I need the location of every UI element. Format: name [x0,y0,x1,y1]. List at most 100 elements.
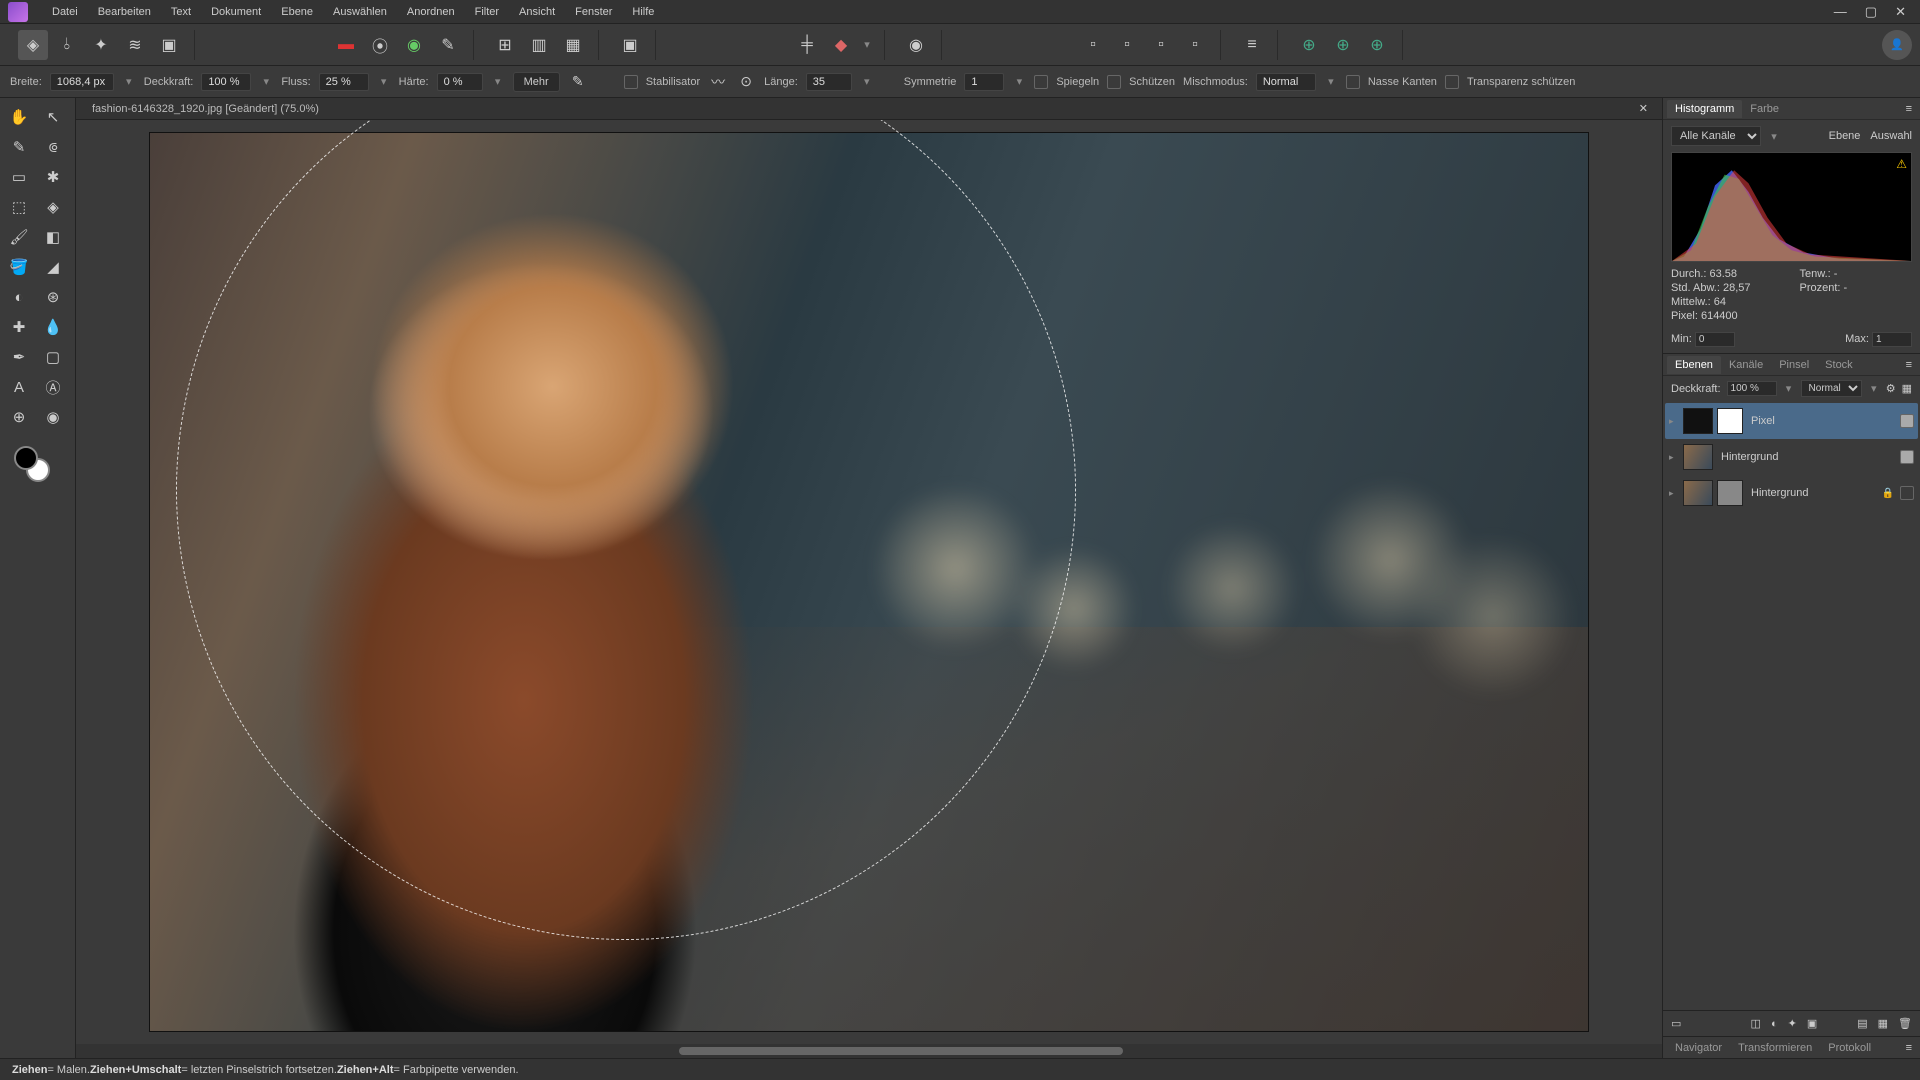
close-icon[interactable]: ✕ [1895,4,1906,20]
hardness-dropdown-icon[interactable]: ▾ [491,75,505,88]
document-tab[interactable]: fashion-6146328_1920.jpg [Geändert] (75.… [82,100,329,118]
min-input[interactable] [1695,332,1735,347]
dodge-tool-icon[interactable]: ◐ [2,282,36,312]
flood-select-icon[interactable]: ⬚ [2,192,36,222]
tab-histogramm[interactable]: Histogramm [1667,100,1742,118]
color-swatch[interactable] [14,446,50,482]
blend-dropdown-icon[interactable]: ▾ [1324,75,1338,88]
tab-ebenen[interactable]: Ebenen [1667,356,1721,374]
layer-opt2-icon[interactable]: ▦ [1902,382,1912,395]
gradient-tool-icon[interactable]: ◢ [36,252,70,282]
mask-icon[interactable]: ▣ [615,30,645,60]
color-wheel-icon[interactable]: ◉ [399,30,429,60]
layer-thumb[interactable] [1683,408,1713,434]
order-back-icon[interactable]: ▫ [1078,30,1108,60]
flow-input[interactable] [319,73,369,91]
layer-add-icon[interactable]: ▤ [1857,1017,1867,1030]
length-dropdown-icon[interactable]: ▾ [860,75,874,88]
menu-fenster[interactable]: Fenster [565,2,622,22]
menu-hilfe[interactable]: Hilfe [622,2,664,22]
protect-checkbox[interactable] [1107,75,1121,89]
layer-mask-add-icon[interactable]: ◫ [1751,1017,1761,1030]
order-front-icon[interactable]: ▫ [1180,30,1210,60]
layer-visibility-checkbox[interactable] [1900,450,1914,464]
mirror-checkbox[interactable] [1034,75,1048,89]
tab-kanaele[interactable]: Kanäle [1721,356,1771,374]
anchor-icon[interactable]: ≡ [1237,30,1267,60]
wet-checkbox[interactable] [1346,75,1360,89]
crop-tool-icon[interactable]: ⟃ [36,132,70,162]
pen-tool-icon[interactable]: ✒ [2,342,36,372]
layer-adj-icon[interactable]: ◐ [1771,1018,1778,1030]
menu-dokument[interactable]: Dokument [201,2,271,22]
menu-text[interactable]: Text [161,2,201,22]
width-input[interactable] [50,73,114,91]
layers-panel-menu-icon[interactable]: ≡ [1902,359,1916,371]
layer-thumb[interactable] [1683,444,1713,470]
menu-datei[interactable]: Datei [42,2,88,22]
arrange-icon[interactable]: ◆ [826,30,856,60]
order-forward-icon[interactable]: ▫ [1146,30,1176,60]
persona-tonemap-icon[interactable]: ≋ [120,30,150,60]
more-button[interactable]: Mehr [513,72,560,92]
opacity-input[interactable] [201,73,251,91]
brush-settings-icon[interactable]: ✎ [568,72,588,92]
document-close-icon[interactable]: ✕ [1631,102,1656,115]
text-tool-icon[interactable]: A [2,372,36,402]
tab-pinsel[interactable]: Pinsel [1771,356,1817,374]
move-tool-icon[interactable]: ↖ [36,102,70,132]
clone-tool-icon[interactable]: ⊛ [36,282,70,312]
smart-select-icon[interactable]: ◈ [36,192,70,222]
shape-tool-icon[interactable]: ▢ [36,342,70,372]
layer-delete-icon[interactable]: 🗑 [1898,1017,1912,1030]
layer-visibility-checkbox[interactable] [1900,414,1914,428]
menu-auswaehlen[interactable]: Auswählen [323,2,397,22]
alpha-checkbox[interactable] [1445,75,1459,89]
add-layer3-icon[interactable]: ⊕ [1362,30,1392,60]
maximize-icon[interactable]: ▢ [1865,4,1877,20]
hist-layer-link[interactable]: Ebene [1829,130,1861,142]
max-input[interactable] [1872,332,1912,347]
grid-row-icon[interactable]: ▦ [558,30,588,60]
swatch-red-icon[interactable]: ▬ [331,30,361,60]
quickfx-icon[interactable]: ◉ [901,30,931,60]
layer-expand-icon[interactable]: ▸ [1669,416,1679,427]
layer-group-icon[interactable]: ▣ [1807,1017,1817,1030]
select-rect-icon[interactable]: ▭ [2,162,36,192]
layer-thumb[interactable] [1683,480,1713,506]
align-icon[interactable]: ╪ [792,30,822,60]
arrange-dropdown-icon[interactable]: ▾ [860,38,874,51]
layer-live-icon[interactable]: ✦ [1788,1017,1797,1030]
layer-opacity-input[interactable] [1727,381,1777,396]
layer-opt1-icon[interactable]: ⚙ [1886,382,1896,395]
stabiliser-checkbox[interactable] [624,75,638,89]
paintbrush-icon[interactable]: 🖌 [2,222,36,252]
heal-tool-icon[interactable]: ✚ [2,312,36,342]
menu-bearbeiten[interactable]: Bearbeiten [88,2,161,22]
horizontal-scrollbar[interactable] [76,1044,1662,1058]
layer-expand-icon[interactable]: ▸ [1669,452,1679,463]
tab-stock[interactable]: Stock [1817,356,1861,374]
layer-add-pixel-icon[interactable]: ▦ [1878,1017,1888,1030]
layer-name[interactable]: Hintergrund [1717,451,1896,463]
blur-tool-icon[interactable]: 💧 [36,312,70,342]
layer-row[interactable]: ▸ Hintergrund [1665,439,1918,475]
fill-tool-icon[interactable]: 🪣 [2,252,36,282]
node-tool-icon[interactable]: ✎ [2,132,36,162]
grid-col-icon[interactable]: ▥ [524,30,554,60]
eyedropper-icon[interactable]: ⦿ [365,30,395,60]
layer-fx-icon[interactable]: ▭ [1671,1017,1681,1030]
color-picker-icon[interactable]: ◉ [36,402,70,432]
menu-ansicht[interactable]: Ansicht [509,2,565,22]
layer-name[interactable]: Hintergrund [1747,487,1876,499]
layer-expand-icon[interactable]: ▸ [1669,488,1679,499]
menu-ebene[interactable]: Ebene [271,2,323,22]
flow-dropdown-icon[interactable]: ▾ [377,75,391,88]
layer-blend-dropdown-icon[interactable]: ▾ [1868,382,1880,395]
tab-navigator[interactable]: Navigator [1667,1039,1730,1057]
order-backward-icon[interactable]: ▫ [1112,30,1142,60]
channel-select[interactable]: Alle Kanäle [1671,126,1761,146]
width-dropdown-icon[interactable]: ▾ [122,75,136,88]
select-brush-icon[interactable]: ✱ [36,162,70,192]
hardness-input[interactable] [437,73,483,91]
